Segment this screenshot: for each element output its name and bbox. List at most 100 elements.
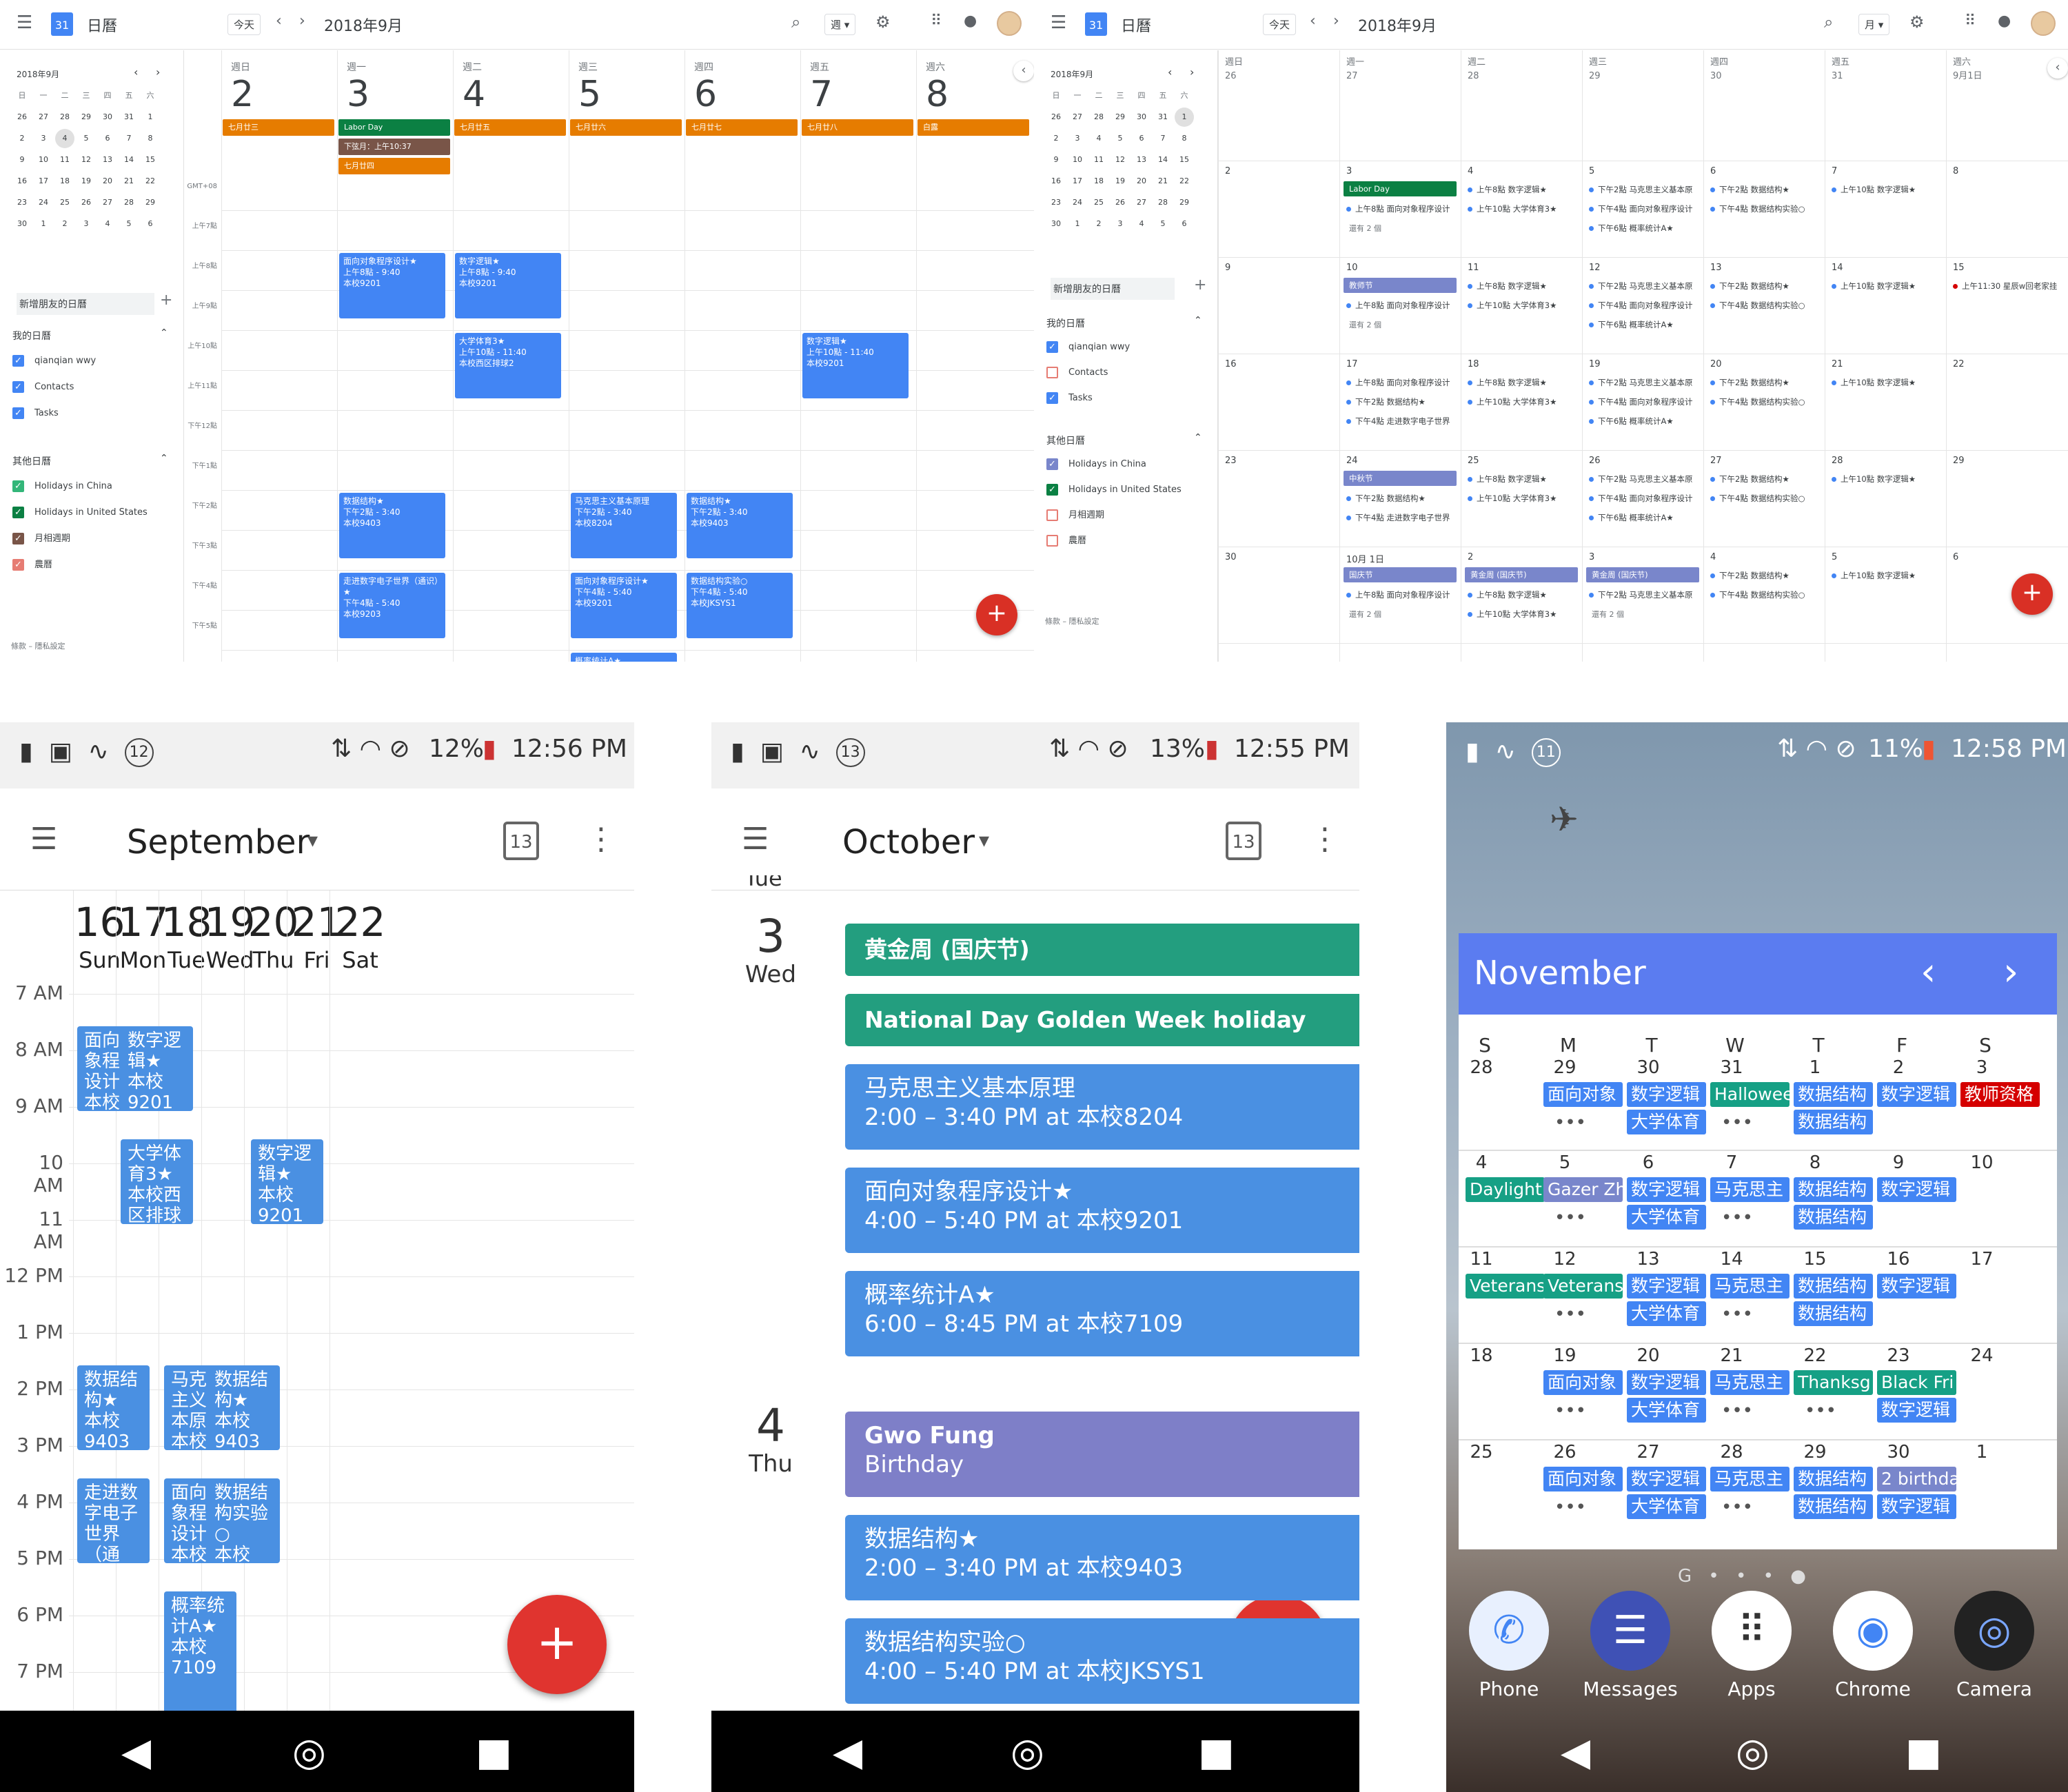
month-event[interactable]: 上午10點 数字逻辑★	[1832, 377, 1942, 388]
month-event[interactable]: 下午4點 走进数字电子世界	[1346, 512, 1457, 523]
month-event[interactable]: 上午10點 大学体育3★	[1468, 396, 1578, 407]
month-event[interactable]: 下午4點 数据结构实验○	[1710, 203, 1821, 214]
day-number[interactable]: 22	[332, 899, 388, 946]
widget-prev-icon[interactable]: ‹	[1920, 950, 1936, 995]
calendar-checkbox[interactable]	[1046, 509, 1058, 521]
widget-day-number[interactable]: 15	[1798, 1249, 1832, 1270]
mini-day[interactable]: 30	[12, 214, 32, 234]
widget-day-number[interactable]: 27	[1631, 1442, 1665, 1463]
mini-day[interactable]: 20	[98, 172, 117, 191]
today-button[interactable]: 今天	[227, 14, 261, 35]
mini-day[interactable]: 6	[1175, 214, 1194, 234]
mini-day[interactable]: 16	[12, 172, 32, 191]
month-header-cell[interactable]: 週四 30	[1710, 56, 1728, 83]
widget-event-chip[interactable]: 大学体育	[1627, 1301, 1706, 1326]
calendar-checkbox[interactable]: ✓	[1046, 392, 1058, 404]
widget-day-number[interactable]: 1	[1965, 1442, 1999, 1463]
month-day-number[interactable]: 10月 1日	[1346, 552, 1384, 565]
mini-day[interactable]: 28	[119, 193, 139, 212]
month-day-number[interactable]: 24	[1346, 456, 1358, 466]
month-event[interactable]: 上午10點 大学体育3★	[1468, 300, 1578, 311]
more-events-link[interactable]: 還有 2 個	[1349, 609, 1381, 620]
mini-day[interactable]: 25	[1089, 193, 1108, 212]
mini-day[interactable]: 24	[34, 193, 53, 212]
mini-day[interactable]: 10	[1068, 150, 1087, 170]
more-events-link[interactable]: 還有 2 個	[1349, 319, 1381, 330]
mini-day[interactable]: 31	[119, 108, 139, 127]
more-events-dots[interactable]: •••	[1721, 1497, 1753, 1518]
allday-event[interactable]: 白露	[918, 119, 1029, 136]
mini-day[interactable]: 29	[141, 193, 160, 212]
my-calendars-title[interactable]: 我的日曆	[12, 329, 51, 343]
calendar-checkbox[interactable]: ✓	[12, 480, 24, 492]
month-day-number[interactable]: 4	[1468, 166, 1473, 176]
month-allday-event[interactable]: 国庆节	[1344, 567, 1457, 582]
month-day-number[interactable]: 16	[1225, 359, 1237, 369]
widget-event-chip[interactable]: 数字逻辑	[1627, 1370, 1706, 1395]
mini-day[interactable]: 31	[1153, 108, 1173, 127]
add-friend-calendar[interactable]: 新增朋友的日曆	[1051, 278, 1175, 300]
more-events-dots[interactable]: •••	[1805, 1401, 1836, 1421]
mini-day[interactable]: 8	[1175, 129, 1194, 148]
add-friend-calendar[interactable]: 新增朋友的日曆	[17, 293, 154, 315]
calendar-event[interactable]: 数据结 构★ 本校 9403	[207, 1365, 280, 1451]
month-day-number[interactable]: 21	[1832, 359, 1843, 369]
mini-day[interactable]: 20	[1132, 172, 1151, 191]
month-day-number[interactable]: 3	[1589, 552, 1594, 562]
mini-day[interactable]: 11	[1089, 150, 1108, 170]
mini-day[interactable]: 1	[141, 108, 160, 127]
day-header[interactable]: 週五 7	[810, 60, 833, 115]
widget-day-number[interactable]: 31	[1714, 1057, 1749, 1078]
mini-day[interactable]: 12	[1111, 150, 1130, 170]
more-vert-icon[interactable]: ⋮	[586, 822, 616, 857]
widget-day-number[interactable]: 11	[1464, 1249, 1499, 1270]
month-day-number[interactable]: 17	[1346, 359, 1358, 369]
mini-day[interactable]: 28	[55, 108, 74, 127]
view-select[interactable]: 月 ▾	[1858, 14, 1890, 35]
widget-day-number[interactable]: 28	[1714, 1442, 1749, 1463]
month-event[interactable]: 下午2點 马克思主义基本原	[1589, 377, 1699, 388]
mini-day[interactable]: 2	[55, 214, 74, 234]
month-event[interactable]: 下午2點 数据结构★	[1346, 396, 1457, 407]
calendar-event[interactable]: 马克思主义基本原理 下午2點 - 3:40 本校8204	[571, 493, 677, 558]
widget-event-chip[interactable]: 马克思主	[1710, 1177, 1790, 1202]
widget-day-number[interactable]: 23	[1881, 1345, 1916, 1366]
widget-day-number[interactable]: 19	[1548, 1345, 1582, 1366]
calendar-event[interactable]: 大学体育3★ 上午10點 - 11:40 本校西区排球2	[455, 333, 561, 398]
mini-day[interactable]: 27	[34, 108, 53, 127]
widget-day-number[interactable]: 8	[1798, 1152, 1832, 1173]
gear-icon[interactable]: ⚙	[875, 12, 891, 32]
mini-day[interactable]: 26	[77, 193, 96, 212]
month-day-number[interactable]: 30	[1225, 552, 1237, 562]
my-calendars-collapse-icon[interactable]: ⌃	[160, 327, 168, 338]
month-day-number[interactable]: 29	[1953, 456, 1965, 466]
widget-event-chip[interactable]: 数字逻辑	[1627, 1177, 1706, 1202]
calendar-event[interactable]: 数据结 构★ 本校 9403	[77, 1365, 150, 1451]
calendar-event[interactable]: 数字逻 辑★ 本校 9201	[251, 1139, 323, 1225]
mini-day[interactable]: 26	[12, 108, 32, 127]
day-header[interactable]: 週日 2	[231, 60, 254, 115]
mini-day[interactable]: 8	[141, 129, 160, 148]
month-event[interactable]: 下午2點 数据结构★	[1710, 184, 1821, 195]
my-calendars-title[interactable]: 我的日曆	[1046, 316, 1085, 330]
month-day-number[interactable]: 18	[1468, 359, 1479, 369]
month-event[interactable]: 下午4點 面向对象程序设计	[1589, 493, 1699, 504]
allday-event[interactable]: Labor Day	[338, 119, 450, 136]
day-header[interactable]: 週四 6	[694, 60, 717, 115]
widget-event-chip[interactable]: 数据结构	[1794, 1082, 1873, 1107]
create-event-button[interactable]: +	[2011, 573, 2053, 615]
mini-day[interactable]: 28	[1153, 193, 1173, 212]
month-event[interactable]: 上午10點 数字逻辑★	[1832, 570, 1942, 581]
month-event[interactable]: 下午4點 数据结构实验○	[1710, 493, 1821, 504]
month-event[interactable]: 下午6點 概率统计A★	[1589, 512, 1699, 523]
month-event[interactable]: 下午4點 面向对象程序设计	[1589, 203, 1699, 214]
mini-prev-icon[interactable]: ‹	[1168, 65, 1172, 79]
mini-next-icon[interactable]: ›	[156, 65, 160, 79]
month-day-number[interactable]: 13	[1710, 263, 1722, 273]
calendar-event[interactable]: 数据结 构实验 ○ 本校	[207, 1478, 280, 1564]
widget-day-number[interactable]: 1	[1798, 1057, 1832, 1078]
next-icon[interactable]: ›	[1333, 12, 1339, 30]
allday-event[interactable]: 下弦月：上午10:37	[338, 139, 450, 155]
more-events-dots[interactable]: •••	[1554, 1208, 1586, 1228]
month-allday-event[interactable]: 中秋节	[1344, 471, 1457, 486]
